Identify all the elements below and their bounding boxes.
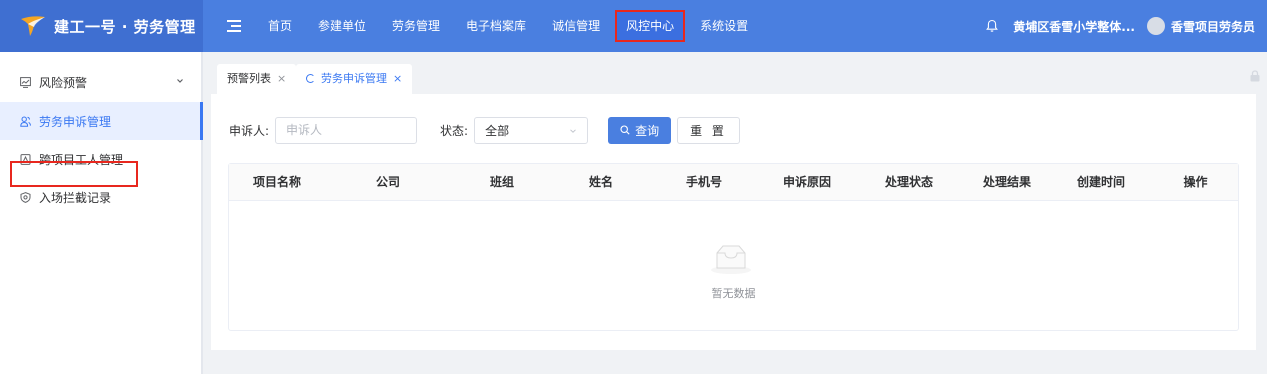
nav-integrity-management[interactable]: 诚信管理 <box>539 12 613 40</box>
user-group-icon <box>20 116 31 127</box>
nav-participating-units[interactable]: 参建单位 <box>305 12 379 40</box>
sidebar-item-label: 入场拦截记录 <box>39 190 112 205</box>
complaint-table: 项目名称 公司 班组 姓名 手机号 申诉原因 处理状态 处理结果 创建时间 操作… <box>228 163 1239 331</box>
user-name[interactable]: 香雪项目劳务员 <box>1171 18 1255 35</box>
sidebar: 风险预警 劳务申诉管理 跨项目工人管理 入场拦截记录 <box>0 52 203 374</box>
close-icon[interactable]: × <box>277 72 286 85</box>
column-header-project-name[interactable]: 项目名称 <box>229 164 325 201</box>
avatar[interactable] <box>1146 17 1165 35</box>
refresh-icon[interactable] <box>306 74 315 83</box>
complainant-input[interactable] <box>275 116 418 144</box>
sidebar-group-label: 风险预警 <box>39 75 88 90</box>
project-org-selector[interactable]: 黄埔区香雪小学整体... <box>1013 18 1135 35</box>
nav-e-archive[interactable]: 电子档案库 <box>453 12 539 40</box>
shield-icon <box>20 191 31 203</box>
empty-inbox-icon <box>711 245 751 274</box>
nav-labor-management[interactable]: 劳务管理 <box>379 12 453 40</box>
status-select-value: 全部 <box>485 123 510 138</box>
column-header-company[interactable]: 公司 <box>325 164 451 201</box>
tab-bar: 预警列表 × 劳务申诉管理 × <box>205 52 1267 94</box>
tab-warning-list[interactable]: 预警列表 × <box>217 64 297 94</box>
column-header-team[interactable]: 班组 <box>451 164 553 201</box>
tab-label: 预警列表 <box>227 72 271 85</box>
column-header-actions[interactable]: 操作 <box>1151 164 1240 201</box>
status-label: 状态: <box>440 123 469 138</box>
reset-button[interactable]: 重 置 <box>677 116 740 144</box>
tab-label: 劳务申诉管理 <box>321 72 387 85</box>
column-header-complaint-reason[interactable]: 申诉原因 <box>759 164 855 201</box>
close-icon[interactable]: × <box>393 72 402 85</box>
table-header: 项目名称 公司 班组 姓名 手机号 申诉原因 处理状态 处理结果 创建时间 操作 <box>229 164 1238 201</box>
status-select[interactable]: 全部 <box>474 116 589 144</box>
bell-icon[interactable] <box>985 19 999 33</box>
search-button[interactable]: 查询 <box>608 116 672 144</box>
highlight-box <box>10 161 138 187</box>
sidebar-item-label: 劳务申诉管理 <box>39 114 112 129</box>
column-header-process-result[interactable]: 处理结果 <box>963 164 1051 201</box>
nav-system-settings[interactable]: 系统设置 <box>687 12 761 40</box>
brand-logo-icon <box>21 16 45 36</box>
nav-risk-control-center[interactable]: 风控中心 <box>615 10 686 42</box>
tab-labor-complaint[interactable]: 劳务申诉管理 × <box>296 64 413 94</box>
search-button-label: 查询 <box>635 123 660 138</box>
sidebar-group-risk-warning[interactable]: 风险预警 <box>0 62 201 102</box>
empty-text: 暂无数据 <box>711 287 756 300</box>
chevron-down-icon <box>177 79 183 83</box>
column-header-phone[interactable]: 手机号 <box>649 164 759 201</box>
column-header-created-time[interactable]: 创建时间 <box>1051 164 1151 201</box>
menu-toggle-icon[interactable] <box>227 20 241 32</box>
lock-icon[interactable] <box>1249 70 1261 82</box>
complainant-label: 申诉人: <box>229 123 270 138</box>
main-panel: 申诉人: 状态: 全部 查询 重 置 项目名称 公司 班组 姓名 手机号 申诉原… <box>211 94 1256 350</box>
search-icon <box>620 125 630 135</box>
top-header: 建工一号 · 劳务管理 首页 参建单位 劳务管理 电子档案库 诚信管理 风控中心… <box>0 0 1267 52</box>
column-header-name[interactable]: 姓名 <box>553 164 649 201</box>
sidebar-item-labor-complaint[interactable]: 劳务申诉管理 <box>0 102 203 140</box>
nav-home[interactable]: 首页 <box>255 12 305 40</box>
column-header-process-status[interactable]: 处理状态 <box>855 164 963 201</box>
top-nav: 首页 参建单位 劳务管理 电子档案库 诚信管理 风控中心 系统设置 <box>255 0 761 52</box>
monitor-chart-icon <box>20 76 31 88</box>
app-title: 建工一号 · 劳务管理 <box>54 17 196 36</box>
header-right: 黄埔区香雪小学整体... 香雪项目劳务员 <box>985 0 1255 52</box>
filter-bar: 申诉人: 状态: 全部 查询 重 置 <box>229 116 740 144</box>
brand[interactable]: 建工一号 · 劳务管理 <box>0 0 203 52</box>
chevron-down-icon <box>570 128 576 133</box>
table-empty-state: 暂无数据 <box>229 201 1238 331</box>
